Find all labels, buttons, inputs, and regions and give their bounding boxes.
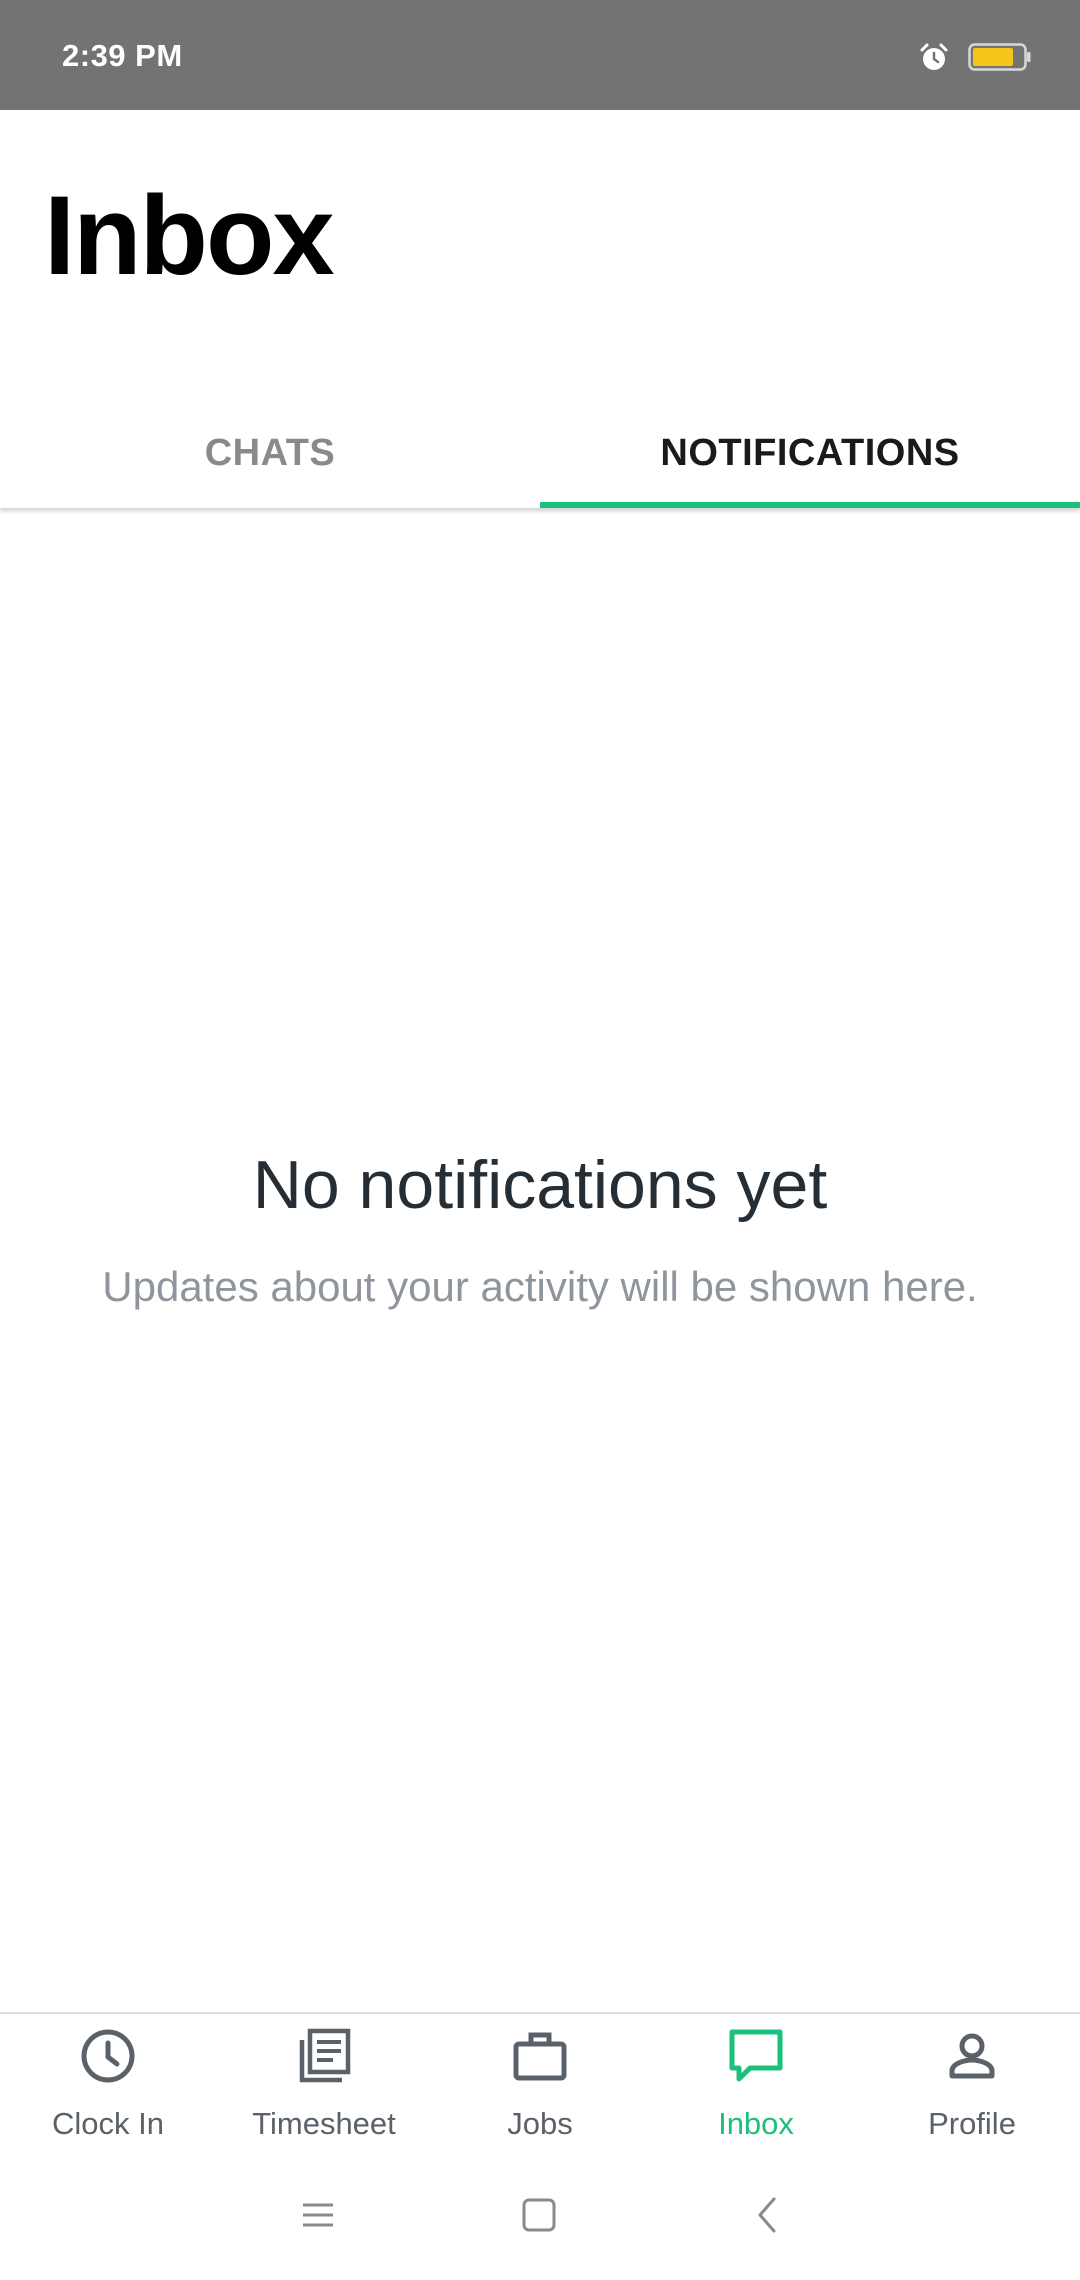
bottom-nav: Clock In Timesheet Jobs Inbox Profile	[0, 2012, 1080, 2152]
clock-icon	[81, 2029, 135, 2083]
nav-label-inbox: Inbox	[718, 2106, 794, 2141]
tab-chats[interactable]: CHATS	[0, 398, 540, 508]
tab-notifications[interactable]: NOTIFICATIONS	[540, 398, 1080, 508]
active-tab-indicator	[540, 502, 1080, 508]
system-nav-bar	[0, 2150, 1080, 2280]
battery-icon	[968, 43, 1031, 71]
nav-label-jobs: Jobs	[507, 2106, 573, 2141]
status-bar: 2:39 PM	[0, 0, 1080, 110]
alarm-icon	[920, 43, 948, 70]
status-time: 2:39 PM	[62, 38, 183, 73]
back-icon[interactable]	[742, 2190, 792, 2240]
nav-label-clock-in: Clock In	[52, 2106, 164, 2141]
briefcase-icon	[513, 2032, 567, 2081]
nav-label-timesheet: Timesheet	[252, 2106, 396, 2141]
nav-item-timesheet[interactable]: Timesheet	[216, 2014, 432, 2152]
nav-label-profile: Profile	[928, 2106, 1016, 2141]
tab-bar: CHATS NOTIFICATIONS	[0, 398, 1080, 508]
chat-icon	[729, 2029, 783, 2082]
timesheet-icon	[299, 2028, 351, 2083]
nav-item-inbox[interactable]: Inbox	[648, 2014, 864, 2152]
nav-item-clock-in[interactable]: Clock In	[0, 2014, 216, 2152]
menu-icon[interactable]	[293, 2190, 343, 2240]
empty-state-title: No notifications yet	[252, 1147, 828, 1223]
page-title: Inbox	[44, 173, 335, 298]
empty-state-subtitle: Updates about your activity will be show…	[102, 1263, 978, 1310]
nav-item-jobs[interactable]: Jobs	[432, 2014, 648, 2152]
home-icon[interactable]	[514, 2190, 564, 2240]
person-icon	[949, 2033, 995, 2079]
nav-item-profile[interactable]: Profile	[864, 2014, 1080, 2152]
